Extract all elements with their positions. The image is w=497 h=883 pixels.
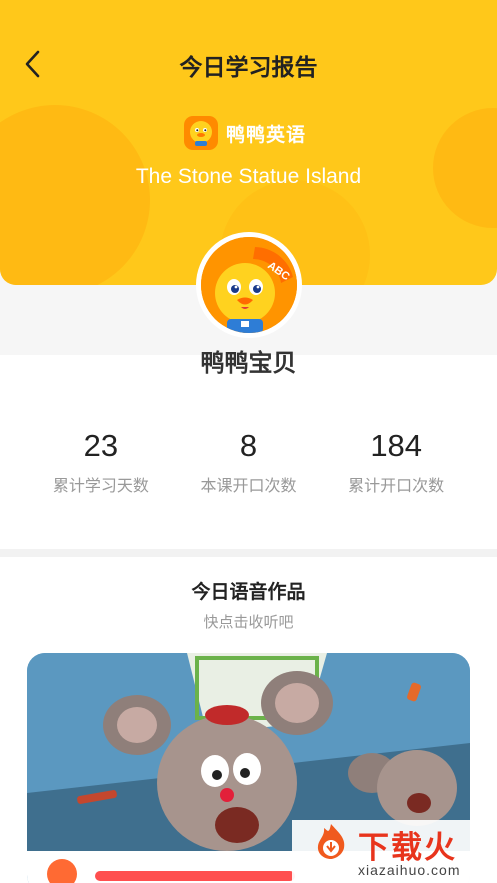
play-button[interactable] xyxy=(47,859,77,883)
duck-logo-icon xyxy=(184,116,218,150)
duck-avatar-icon: ABC xyxy=(201,237,297,333)
decor-circle xyxy=(0,105,150,285)
stat-lesson-speaks: 8 本课开口次数 xyxy=(175,428,323,496)
section-subtitle: 快点击收听吧 xyxy=(203,613,294,631)
stat-label: 累计学习天数 xyxy=(52,475,149,495)
watermark: 下载火 xiazaihuo.com xyxy=(292,820,497,883)
user-nickname: 鸭鸭宝贝 xyxy=(200,349,297,377)
stat-total-days: 23 累计学习天数 xyxy=(27,428,175,496)
stats-card: 23 累计学习天数 8 本课开口次数 184 累计开口次数 xyxy=(27,396,470,527)
watermark-url: xiazaihuo.com xyxy=(358,862,461,878)
lesson-name: The Stone Statue Island xyxy=(135,165,362,188)
stat-value: 23 xyxy=(83,427,119,463)
flame-logo-icon xyxy=(317,824,345,859)
page-title: 今日学习报告 xyxy=(179,55,318,81)
stat-value: 8 xyxy=(239,427,258,463)
stat-total-speaks: 184 累计开口次数 xyxy=(322,428,470,496)
stat-label: 本课开口次数 xyxy=(200,475,297,495)
divider xyxy=(0,549,497,557)
section-title: 今日语音作品 xyxy=(191,581,306,603)
audio-progress-bar[interactable] xyxy=(95,871,295,881)
brand: 鸭鸭英语 xyxy=(184,116,306,150)
stat-value: 184 xyxy=(370,427,423,463)
avatar: ABC xyxy=(196,232,302,338)
brand-name: 鸭鸭英语 xyxy=(226,123,307,146)
stat-label: 累计开口次数 xyxy=(348,475,445,495)
watermark-text: 下载火 xyxy=(358,830,457,866)
